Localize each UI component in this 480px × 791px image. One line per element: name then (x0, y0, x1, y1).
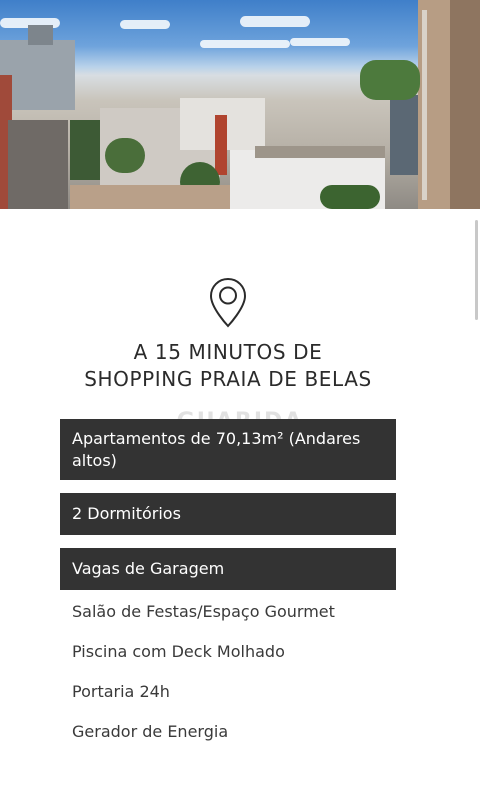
feature-box-bedrooms: 2 Dormitórios (60, 493, 396, 535)
feature-box-area: Apartamentos de 70,13m² (Andares altos) (60, 419, 396, 480)
headline-line-2: SHOPPING PRAIA DE BELAS (84, 367, 372, 391)
hero-image (0, 0, 480, 209)
feature-box-parking-label: Vagas de Garagem (72, 559, 225, 578)
feature-item: Salão de Festas/Espaço Gourmet (72, 602, 335, 621)
content-section: A 15 MINUTOS DE SHOPPING PRAIA DE BELAS … (0, 209, 480, 791)
feature-item: Gerador de Energia (72, 722, 229, 741)
feature-item: Piscina com Deck Molhado (72, 642, 285, 661)
map-pin-icon (209, 277, 247, 328)
headline-line-1: A 15 MINUTOS DE (133, 340, 323, 364)
headline: A 15 MINUTOS DE SHOPPING PRAIA DE BELAS (0, 339, 456, 393)
feature-box-parking: Vagas de Garagem (60, 548, 396, 590)
feature-box-bedrooms-label: 2 Dormitórios (72, 504, 181, 523)
feature-item: Portaria 24h (72, 682, 170, 701)
feature-box-area-label: Apartamentos de 70,13m² (Andares altos) (72, 428, 361, 470)
